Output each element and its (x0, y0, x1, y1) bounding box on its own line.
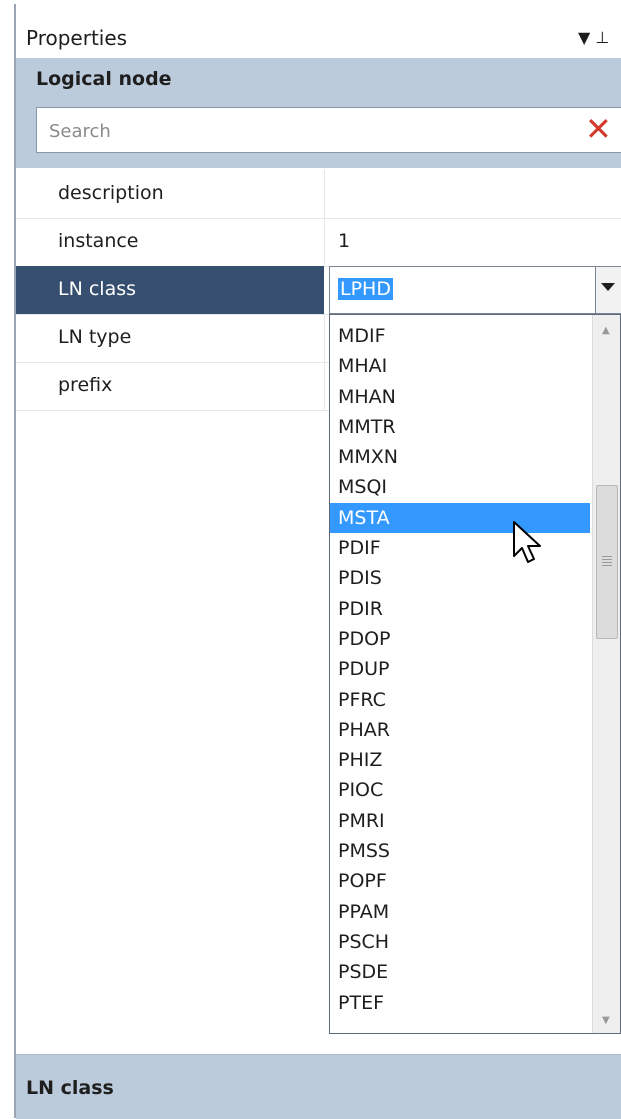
dropdown-option[interactable]: PDIR (330, 594, 590, 624)
property-value[interactable]: 1 (338, 230, 350, 252)
dropdown-option[interactable]: MDIF (330, 321, 590, 351)
scroll-up-icon[interactable]: ▲ (602, 325, 610, 336)
dropdown-option[interactable]: PFRC (330, 685, 590, 715)
pin-icon[interactable]: ▼ ⊥ (578, 28, 609, 47)
property-name: description (58, 182, 164, 204)
dropdown-option[interactable]: MSTA (330, 502, 590, 534)
dropdown-option[interactable]: MSQI (330, 472, 590, 502)
column-divider (324, 170, 325, 218)
dropdown-option[interactable]: MMTR (330, 412, 590, 442)
column-divider (324, 218, 325, 266)
dropdown-option[interactable]: PDUP (330, 654, 590, 684)
dropdown-scrollbar[interactable]: ▲ ▼ (592, 315, 620, 1033)
dropdown-option[interactable]: PIOC (330, 775, 590, 805)
property-name: LN type (58, 326, 132, 348)
search-box: ✕ (36, 107, 621, 154)
scroll-down-icon[interactable]: ▼ (602, 1015, 610, 1026)
dropdown-option[interactable]: PPAM (330, 897, 590, 927)
property-name: prefix (58, 374, 113, 396)
dropdown-option[interactable]: PHIZ (330, 745, 590, 775)
mouse-cursor-icon (513, 521, 541, 563)
column-divider (324, 362, 325, 410)
category-header: Logical node ✕ (16, 58, 621, 168)
ln-class-dropdown-list[interactable]: MDIF MHAI MHAN MMTR MMXN MSQI MSTA PDIF PDIS PDIR… (329, 314, 621, 1034)
property-name: LN class (58, 278, 137, 300)
dropdown-option[interactable]: PMRI (330, 806, 590, 836)
dropdown-option[interactable]: PTEF (330, 988, 590, 1018)
panel-header: Properties ▼ ⊥ (16, 18, 621, 58)
option-list: MDIF MHAI MHAN MMTR MMXN MSQI MSTA PDIF PDIS PDIR… (330, 321, 590, 1018)
dropdown-option[interactable]: MHAI (330, 351, 590, 381)
dropdown-option[interactable]: MMXN (330, 442, 590, 472)
close-icon[interactable]: ✕ (585, 111, 612, 147)
panel-title: Properties (26, 26, 128, 50)
dropdown-option[interactable]: PSCH (330, 927, 590, 957)
dropdown-option[interactable]: PMSS (330, 836, 590, 866)
ln-class-combobox[interactable]: LPHD (329, 266, 621, 314)
search-input[interactable] (37, 108, 591, 154)
property-name: instance (58, 230, 139, 252)
dropdown-option[interactable]: PHAR (330, 715, 590, 745)
dropdown-option[interactable]: PSDE (330, 957, 590, 987)
grip-icon (602, 556, 612, 566)
dropdown-option[interactable]: MHAN (330, 382, 590, 412)
property-row-description[interactable]: description (16, 170, 621, 219)
dropdown-button[interactable] (595, 267, 621, 313)
chevron-down-icon (601, 283, 615, 291)
description-title: LN class (26, 1077, 114, 1099)
scrollbar-thumb[interactable] (596, 485, 618, 639)
dropdown-option[interactable]: PDOP (330, 624, 590, 654)
dropdown-option[interactable]: PDIF (330, 533, 590, 563)
combobox-value[interactable]: LPHD (338, 278, 393, 300)
column-divider (324, 314, 325, 362)
dropdown-option[interactable]: PDIS (330, 563, 590, 593)
property-row-instance[interactable]: instance 1 (16, 218, 621, 267)
properties-window: Properties ▼ ⊥ Logical node ✕ descriptio… (0, 0, 621, 1119)
category-title: Logical node (36, 68, 172, 90)
description-panel: LN class (16, 1054, 621, 1119)
dropdown-option[interactable]: POPF (330, 866, 590, 896)
